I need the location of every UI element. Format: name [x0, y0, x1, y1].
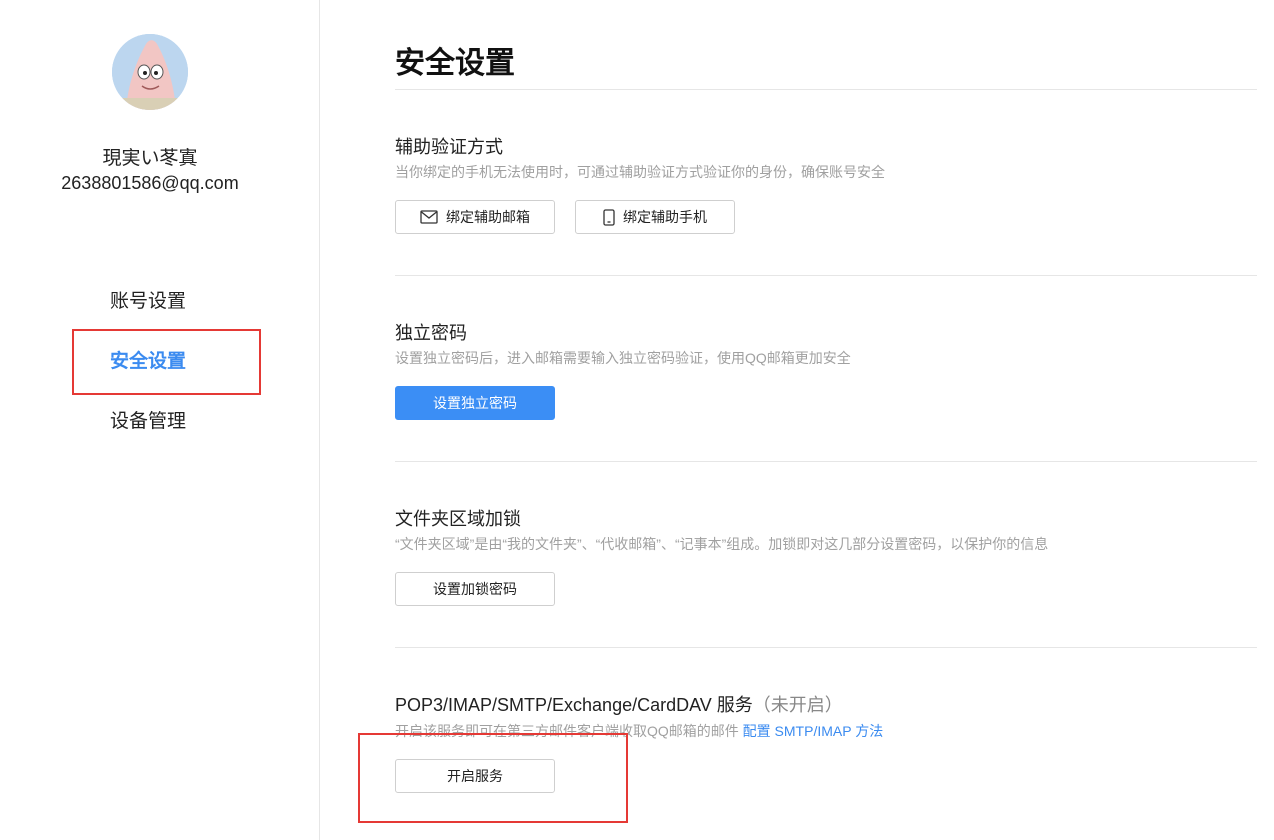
- section-desc-aux-verification: 当你绑定的手机无法使用时，可通过辅助验证方式验证你的身份，确保账号安全: [395, 164, 885, 180]
- user-name: 現実い苳寘: [102, 148, 198, 169]
- divider: [395, 275, 1257, 276]
- user-email: 2638801586@qq.com: [61, 173, 239, 193]
- section-title-folder-lock: 文件夹区域加锁: [395, 509, 521, 529]
- section-desc-independent-password: 设置独立密码后，进入邮箱需要输入独立密码验证，使用QQ邮箱更加安全: [395, 350, 851, 366]
- configure-smtp-imap-link[interactable]: 配置 SMTP/IMAP 方法: [743, 723, 884, 739]
- set-independent-password-button[interactable]: 设置独立密码: [395, 386, 555, 420]
- section-desc-folder-lock: “文件夹区域”是由“我的文件夹”、“代收邮箱”、“记事本”组成。加锁即对这几部分…: [395, 536, 1049, 552]
- section-title-pop3-service: POP3/IMAP/SMTP/Exchange/CardDAV 服务（未开启）: [395, 691, 843, 717]
- page-title: 安全设置: [395, 47, 515, 80]
- bind-aux-email-button[interactable]: 绑定辅助邮箱: [395, 200, 555, 234]
- sidebar: 現実い苳寘 2638801586@qq.com 账号设置 安全设置 设备管理: [0, 0, 320, 840]
- main-content: 安全设置 辅助验证方式 当你绑定的手机无法使用时，可通过辅助验证方式验证你的身份…: [320, 0, 1274, 840]
- bind-aux-email-label: 绑定辅助邮箱: [446, 209, 530, 225]
- nav-item-device-management[interactable]: 设备管理: [110, 406, 186, 433]
- divider: [395, 647, 1257, 648]
- pop3-service-desc-text: 开启该服务即可在第三方邮件客户端收取QQ邮箱的邮件: [395, 723, 739, 739]
- nav-item-security-settings[interactable]: 安全设置: [110, 346, 186, 373]
- enable-service-button[interactable]: 开启服务: [395, 759, 555, 793]
- bind-aux-phone-button[interactable]: 绑定辅助手机: [575, 200, 735, 234]
- section-title-independent-password: 独立密码: [395, 323, 467, 343]
- divider: [395, 89, 1257, 90]
- phone-icon: [603, 208, 615, 226]
- avatar-image: [112, 34, 188, 110]
- section-desc-pop3-service: 开启该服务即可在第三方邮件客户端收取QQ邮箱的邮件 配置 SMTP/IMAP 方…: [395, 721, 883, 741]
- set-lock-password-button[interactable]: 设置加锁密码: [395, 572, 555, 606]
- nav-item-account-settings[interactable]: 账号设置: [110, 286, 186, 313]
- pop3-service-title-text: POP3/IMAP/SMTP/Exchange/CardDAV 服务: [395, 695, 753, 715]
- mail-icon: [420, 210, 438, 224]
- bind-aux-phone-label: 绑定辅助手机: [623, 209, 707, 225]
- divider: [395, 461, 1257, 462]
- avatar[interactable]: [112, 34, 188, 110]
- pop3-service-status: （未开启）: [752, 695, 843, 715]
- section-title-aux-verification: 辅助验证方式: [395, 137, 503, 157]
